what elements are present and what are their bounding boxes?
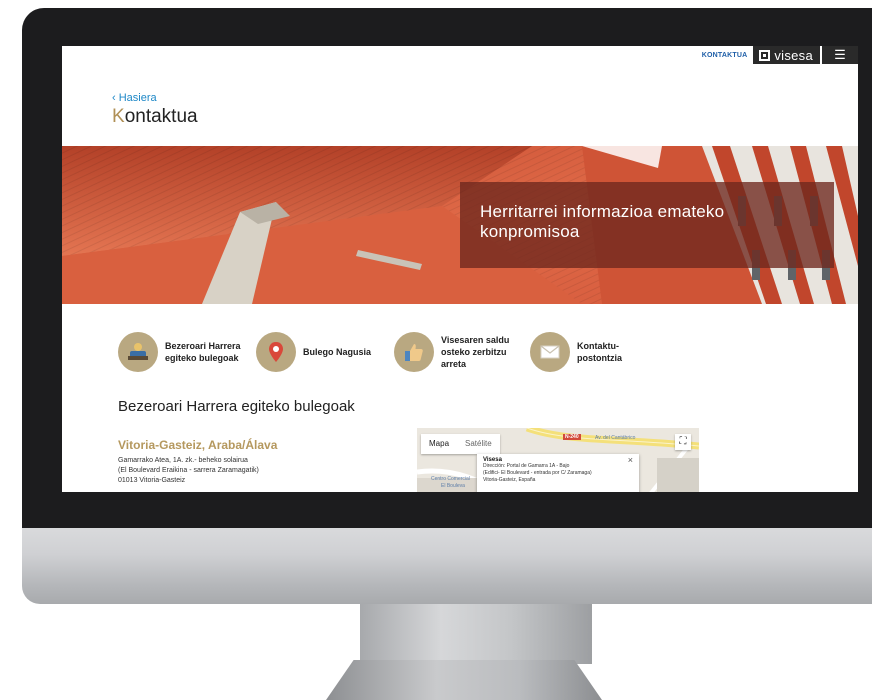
popup-line: Vitoria-Gasteiz, España	[483, 477, 536, 483]
visesa-logo-icon	[759, 49, 771, 61]
office-map[interactable]: N-240 Av. del Cantábrico Centro Comercia…	[417, 428, 699, 492]
contact-option-reception[interactable]: Bezeroari Harrera egiteko bulegoak	[118, 332, 241, 372]
thumbs-up-icon	[394, 332, 434, 372]
street-label: Av. del Cantábrico	[595, 435, 636, 441]
tab-satelite[interactable]: Satélite	[457, 434, 500, 454]
menu-button[interactable]: ☰	[822, 46, 858, 64]
page-title-rest: ontaktua	[124, 106, 198, 127]
monitor-screen: KONTAKTUA visesa ☰ ‹ Hasiera Kontaktua H…	[62, 46, 858, 492]
location-pin-icon	[256, 332, 296, 372]
contact-option-main-office[interactable]: Bulego Nagusia	[256, 332, 371, 372]
logo-text: visesa	[774, 47, 813, 63]
office-address-line: (El Boulevard Eraikina - sarrera Zaramag…	[118, 467, 259, 474]
monitor-stand-neck	[360, 604, 592, 664]
kontaktua-link[interactable]: KONTAKTUA	[702, 52, 748, 59]
page-title: Kontaktua	[112, 106, 198, 128]
contact-label: Kontaktu-postontzia	[577, 341, 622, 363]
map-type-tabs: Mapa Satélite	[421, 434, 500, 454]
hero-caption-box: Herritarrei informazioa emateko konpromi…	[460, 182, 834, 268]
contact-options: Bezeroari Harrera egiteko bulegoak Buleg…	[118, 332, 858, 380]
place-label: El Bouleva	[441, 483, 465, 489]
fullscreen-icon[interactable]: ⛶	[675, 434, 691, 450]
place-label: Centro Comercial	[431, 476, 470, 482]
hero-caption: Herritarrei informazioa emateko konpromi…	[480, 202, 725, 241]
close-icon[interactable]: ×	[628, 455, 633, 465]
tab-mapa[interactable]: Mapa	[421, 434, 457, 454]
monitor-chin	[22, 528, 872, 604]
monitor-stand-foot	[326, 660, 602, 700]
page-title-first-letter: K	[112, 106, 125, 127]
hero-banner: Herritarrei informazioa emateko konpromi…	[62, 146, 858, 304]
contact-option-mailbox[interactable]: Kontaktu-postontzia	[530, 332, 639, 372]
office-city: Vitoria-Gasteiz, Araba/Álava	[118, 438, 278, 452]
hamburger-menu-icon: ☰	[834, 47, 846, 62]
envelope-icon	[530, 332, 570, 372]
contact-option-after-sales[interactable]: Visesaren saldu osteko zerbitzu arreta	[394, 332, 525, 372]
reception-desk-icon	[118, 332, 158, 372]
road-badge: N-240	[563, 434, 581, 440]
contact-label: Visesaren saldu osteko zerbitzu arreta	[441, 335, 510, 369]
popup-line: (Edifici- El Boulevard - entrada por C/ …	[483, 470, 592, 476]
contact-label: Bezeroari Harrera egiteko bulegoak	[165, 341, 241, 363]
office-address-line: Gamarrako Atea, 1A. zk.- beheko solairua	[118, 457, 248, 464]
popup-line: Dirección: Portal de Gamarra 1A - Bajo	[483, 463, 570, 469]
desktop-monitor-mockup: KONTAKTUA visesa ☰ ‹ Hasiera Kontaktua H…	[0, 0, 872, 700]
contact-label: Bulego Nagusia	[303, 347, 372, 357]
section-title: Bezeroari Harrera egiteko bulegoak	[118, 398, 355, 415]
map-info-popup: Visesa Dirección: Portal de Gamarra 1A -…	[477, 454, 639, 492]
breadcrumb-hasiera[interactable]: ‹ Hasiera	[112, 92, 157, 104]
site-header: KONTAKTUA visesa ☰	[702, 46, 858, 64]
visesa-logo[interactable]: visesa	[753, 46, 820, 64]
office-address-line: 01013 Vitoria-Gasteiz	[118, 477, 186, 484]
